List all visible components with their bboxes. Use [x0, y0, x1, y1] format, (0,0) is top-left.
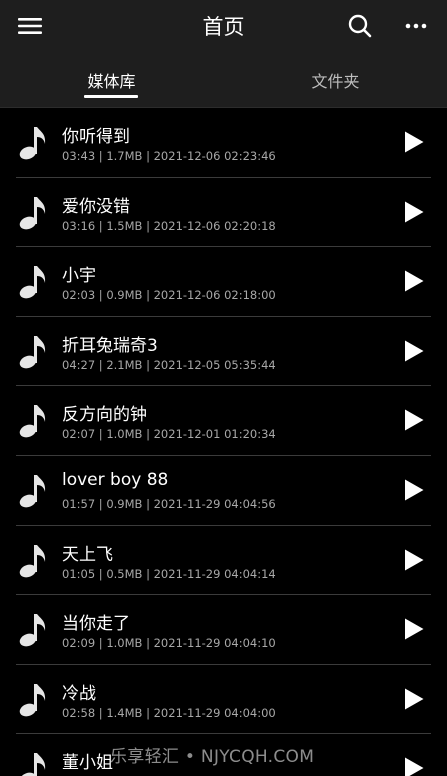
song-meta: 01:05 | 0.5MB | 2021-11-29 04:04:14: [62, 566, 276, 581]
play-icon: [405, 270, 424, 292]
song-title: 爱你没错: [62, 196, 130, 217]
more-options-button[interactable]: [400, 10, 432, 42]
song-meta: 02:58 | 1.4MB | 2021-11-29 04:04:00: [62, 705, 276, 720]
play-icon: [405, 757, 424, 776]
play-button[interactable]: [400, 128, 428, 156]
tab-bar: 媒体库 文件夹: [0, 52, 447, 108]
play-icon: [405, 688, 424, 710]
play-button[interactable]: [400, 198, 428, 226]
music-note-icon: [19, 196, 46, 229]
song-title: 你听得到: [62, 127, 130, 147]
song-title: 小宇: [62, 266, 96, 287]
tab-media-library[interactable]: 媒体库: [0, 52, 223, 108]
song-meta: 02:07 | 1.0MB | 2021-12-01 01:20:34: [62, 427, 276, 442]
more-icon: [405, 23, 427, 29]
music-note-icon: [19, 405, 46, 438]
song-meta: 04:27 | 2.1MB | 2021-12-05 05:35:44: [62, 357, 276, 372]
play-button[interactable]: [400, 406, 428, 434]
song-list-item[interactable]: lover boy 88 01:57 | 0.9MB | 2021-11-29 …: [0, 456, 447, 526]
watermark: 乐享轻汇 • NJYCQH.COM: [110, 747, 315, 767]
song-list-item[interactable]: 反方向的钟 02:07 | 1.0MB | 2021-12-01 01:20:3…: [0, 386, 447, 456]
song-list[interactable]: 你听得到 03:43 | 1.7MB | 2021-12-06 02:23:46…: [0, 108, 447, 776]
search-button[interactable]: [344, 10, 376, 42]
song-list-item[interactable]: 小宇 02:03 | 0.9MB | 2021-12-06 02:18:00: [0, 247, 447, 317]
play-button[interactable]: [400, 337, 428, 365]
top-app-bar: 首页: [0, 0, 447, 52]
music-note-icon: [19, 266, 46, 299]
song-title: 反方向的钟: [62, 405, 147, 426]
play-button[interactable]: [400, 267, 428, 295]
play-button[interactable]: [400, 685, 428, 713]
play-button[interactable]: [400, 754, 428, 776]
music-note-icon: [19, 544, 46, 577]
app-screen: 首页 媒体库 文件夹 你听得到 03:43 | 1.7MB | 2021-12-…: [0, 0, 447, 776]
music-note-icon: [19, 474, 46, 508]
play-button[interactable]: [400, 546, 428, 574]
song-meta: 03:16 | 1.5MB | 2021-12-06 02:20:18: [62, 218, 276, 233]
song-title: 董小姐: [62, 753, 113, 774]
play-icon: [405, 618, 424, 640]
play-button[interactable]: [400, 615, 428, 643]
song-list-item[interactable]: 折耳兔瑞奇3 04:27 | 2.1MB | 2021-12-05 05:35:…: [0, 317, 447, 387]
song-list-item[interactable]: 冷战 02:58 | 1.4MB | 2021-11-29 04:04:00: [0, 665, 447, 735]
play-button[interactable]: [400, 476, 428, 504]
music-note-icon: [19, 335, 46, 369]
song-title: lover boy 88: [62, 469, 169, 490]
play-icon: [405, 549, 424, 571]
tab-folders[interactable]: 文件夹: [224, 52, 447, 108]
song-title: 折耳兔瑞奇3: [62, 335, 158, 356]
song-title: 天上飞: [62, 544, 113, 565]
song-list-item[interactable]: 天上飞 01:05 | 0.5MB | 2021-11-29 04:04:14: [0, 526, 447, 596]
song-title: 当你走了: [62, 614, 130, 635]
song-list-item[interactable]: 你听得到 03:43 | 1.7MB | 2021-12-06 02:23:46: [0, 108, 447, 178]
song-title: 冷战: [62, 683, 96, 704]
song-list-item[interactable]: 当你走了 02:09 | 1.0MB | 2021-11-29 04:04:10: [0, 595, 447, 665]
page-title: 首页: [202, 15, 245, 39]
search-icon: [348, 14, 372, 38]
song-list-item[interactable]: 爱你没错 03:16 | 1.5MB | 2021-12-06 02:20:18: [0, 178, 447, 248]
music-note-icon: [19, 614, 46, 647]
music-note-icon: [19, 753, 46, 776]
music-note-icon: [19, 127, 46, 160]
song-meta: 01:57 | 0.9MB | 2021-11-29 04:04:56: [62, 496, 276, 511]
music-note-icon: [19, 683, 46, 717]
play-icon: [405, 131, 424, 153]
active-tab-indicator: [84, 95, 138, 98]
play-icon: [405, 479, 424, 501]
song-meta: 03:43 | 1.7MB | 2021-12-06 02:23:46: [62, 149, 276, 163]
song-meta: 02:03 | 0.9MB | 2021-12-06 02:18:00: [62, 288, 276, 303]
song-meta: 02:09 | 1.0MB | 2021-11-29 04:04:10: [62, 636, 276, 651]
play-icon: [405, 409, 424, 431]
play-icon: [405, 340, 424, 362]
play-icon: [405, 201, 424, 223]
